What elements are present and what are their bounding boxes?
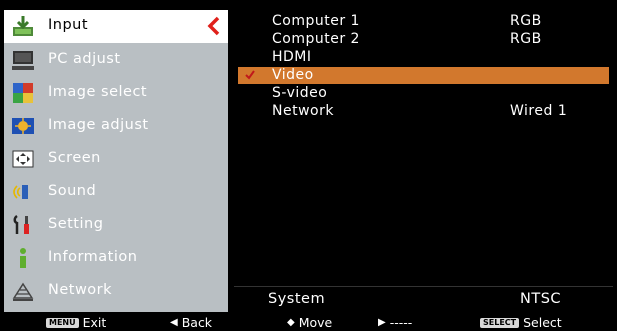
option-label: HDMI	[272, 49, 312, 65]
hint-next-label: -----	[389, 315, 413, 330]
menu-item-label: Image select	[48, 84, 148, 100]
menu-item-information[interactable]: Information	[4, 242, 228, 275]
input-options-panel: Computer 1 RGB Computer 2 RGB HDMI Video…	[234, 10, 613, 312]
option-video[interactable]: Video	[238, 67, 609, 84]
arrow-up-down-icon: ◆	[287, 317, 295, 328]
hint-move: ◆ Move	[287, 315, 332, 330]
information-icon	[12, 247, 34, 269]
pc-adjust-icon	[12, 49, 34, 71]
option-label: Network	[272, 103, 334, 119]
menu-item-image-adjust[interactable]: Image adjust	[4, 110, 228, 143]
option-label: Video	[272, 67, 314, 83]
menu-item-label: Setting	[48, 216, 104, 232]
hint-back: ◀ Back	[170, 315, 212, 330]
hint-select-label: Select	[523, 315, 562, 330]
select-key-icon: SELECT	[480, 317, 520, 328]
option-label: S-video	[272, 85, 328, 101]
input-icon	[12, 15, 34, 37]
option-label: Computer 2	[272, 31, 360, 47]
option-computer-2[interactable]: Computer 2 RGB	[238, 31, 609, 48]
hint-exit: MENU Exit	[46, 315, 106, 330]
network-icon	[12, 280, 34, 302]
hint-bar: MENU Exit ◀ Back ◆ Move ▶ ----- SELECT S…	[0, 314, 617, 331]
menu-item-label: Image adjust	[48, 117, 149, 133]
arrow-right-icon: ▶	[378, 317, 386, 328]
menu-item-input[interactable]: Input	[4, 10, 228, 43]
sound-icon	[12, 181, 34, 203]
system-bar: System NTSC	[234, 286, 613, 313]
arrow-left-icon: ◀	[170, 317, 178, 328]
checkmark-icon	[244, 69, 256, 81]
system-label: System	[268, 291, 326, 307]
option-label: Computer 1	[272, 13, 360, 29]
main-menu: Input PC adjust Image select Image adjus…	[4, 10, 228, 312]
menu-item-pc-adjust[interactable]: PC adjust	[4, 44, 228, 77]
menu-item-network[interactable]: Network	[4, 275, 228, 308]
option-hdmi[interactable]: HDMI	[238, 49, 609, 66]
menu-item-label: Input	[48, 17, 89, 33]
setting-icon	[12, 214, 34, 236]
hint-back-label: Back	[181, 315, 213, 330]
chevron-left-icon	[207, 16, 221, 36]
menu-key-icon: MENU	[46, 317, 79, 328]
option-s-video[interactable]: S-video	[238, 85, 609, 102]
menu-item-image-select[interactable]: Image select	[4, 77, 228, 110]
menu-item-label: PC adjust	[48, 51, 121, 67]
hint-select: SELECT Select	[480, 315, 562, 330]
option-value: RGB	[510, 31, 542, 47]
hint-next: ▶ -----	[378, 315, 412, 330]
hint-exit-label: Exit	[82, 315, 107, 330]
projector-osd: Input PC adjust Image select Image adjus…	[0, 0, 617, 331]
menu-item-screen[interactable]: Screen	[4, 143, 228, 176]
option-network[interactable]: Network Wired 1	[238, 103, 609, 120]
option-value: RGB	[510, 13, 542, 29]
menu-item-sound[interactable]: Sound	[4, 176, 228, 209]
hint-move-label: Move	[298, 315, 333, 330]
image-adjust-icon	[12, 115, 34, 137]
menu-item-setting[interactable]: Setting	[4, 209, 228, 242]
menu-item-label: Network	[48, 282, 113, 298]
screen-icon	[12, 148, 34, 170]
option-computer-1[interactable]: Computer 1 RGB	[238, 13, 609, 30]
menu-item-label: Information	[48, 249, 138, 265]
menu-item-label: Screen	[48, 150, 101, 166]
system-value: NTSC	[520, 291, 562, 307]
menu-item-label: Sound	[48, 183, 97, 199]
option-value: Wired 1	[510, 103, 568, 119]
image-select-icon	[12, 82, 34, 104]
